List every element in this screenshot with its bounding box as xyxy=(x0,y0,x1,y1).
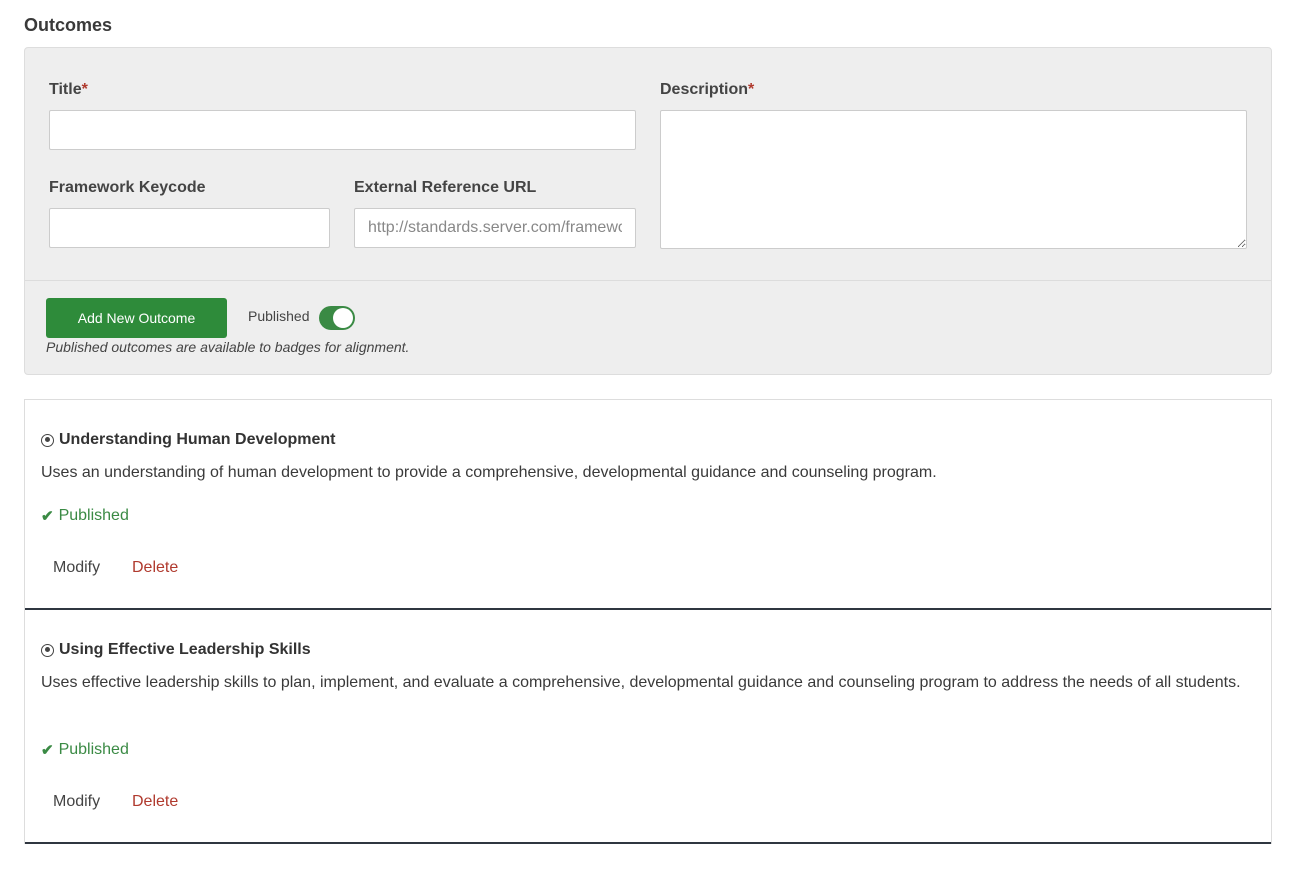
toggle-knob xyxy=(333,308,353,328)
outcome-item: Understanding Human Development Uses an … xyxy=(25,400,1271,610)
outcome-item: Using Effective Leadership Skills Uses e… xyxy=(25,610,1271,844)
outcome-title: Using Effective Leadership Skills xyxy=(41,641,311,659)
delete-link[interactable]: Delete xyxy=(132,793,178,811)
external-url-input[interactable] xyxy=(354,208,636,248)
framework-keycode-input[interactable] xyxy=(49,208,330,248)
delete-link[interactable]: Delete xyxy=(132,559,178,577)
framework-keycode-label: Framework Keycode xyxy=(49,179,206,196)
description-textarea[interactable] xyxy=(660,110,1247,249)
target-icon xyxy=(41,433,54,447)
outcome-status: ✔ Published xyxy=(41,741,129,759)
modify-link[interactable]: Modify xyxy=(53,559,100,577)
outcome-description: Uses an understanding of human developme… xyxy=(41,464,937,481)
outcomes-page: Outcomes Title* Framework Keycode Extern… xyxy=(0,0,1299,871)
target-icon xyxy=(41,643,54,657)
required-marker: * xyxy=(81,81,88,98)
description-label: Description* xyxy=(660,81,755,98)
published-toggle[interactable] xyxy=(319,306,355,330)
add-outcome-form: Title* Framework Keycode External Refere… xyxy=(24,47,1272,375)
published-toggle-label: Published xyxy=(248,308,310,324)
external-url-label: External Reference URL xyxy=(354,179,537,196)
title-label: Title* xyxy=(49,81,88,98)
check-icon: ✔ xyxy=(41,508,54,525)
modify-link[interactable]: Modify xyxy=(53,793,100,811)
outcome-list: Understanding Human Development Uses an … xyxy=(24,399,1272,844)
published-hint: Published outcomes are available to badg… xyxy=(46,339,410,355)
outcome-title: Understanding Human Development xyxy=(41,431,335,449)
required-marker: * xyxy=(748,81,755,98)
title-input[interactable] xyxy=(49,110,636,150)
form-footer: Add New Outcome Published Published outc… xyxy=(25,280,1271,375)
outcome-status: ✔ Published xyxy=(41,507,129,525)
page-title: Outcomes xyxy=(24,15,113,35)
check-icon: ✔ xyxy=(41,742,54,759)
add-new-outcome-button[interactable]: Add New Outcome xyxy=(46,298,227,338)
outcome-description: Uses effective leadership skills to plan… xyxy=(41,674,1241,691)
